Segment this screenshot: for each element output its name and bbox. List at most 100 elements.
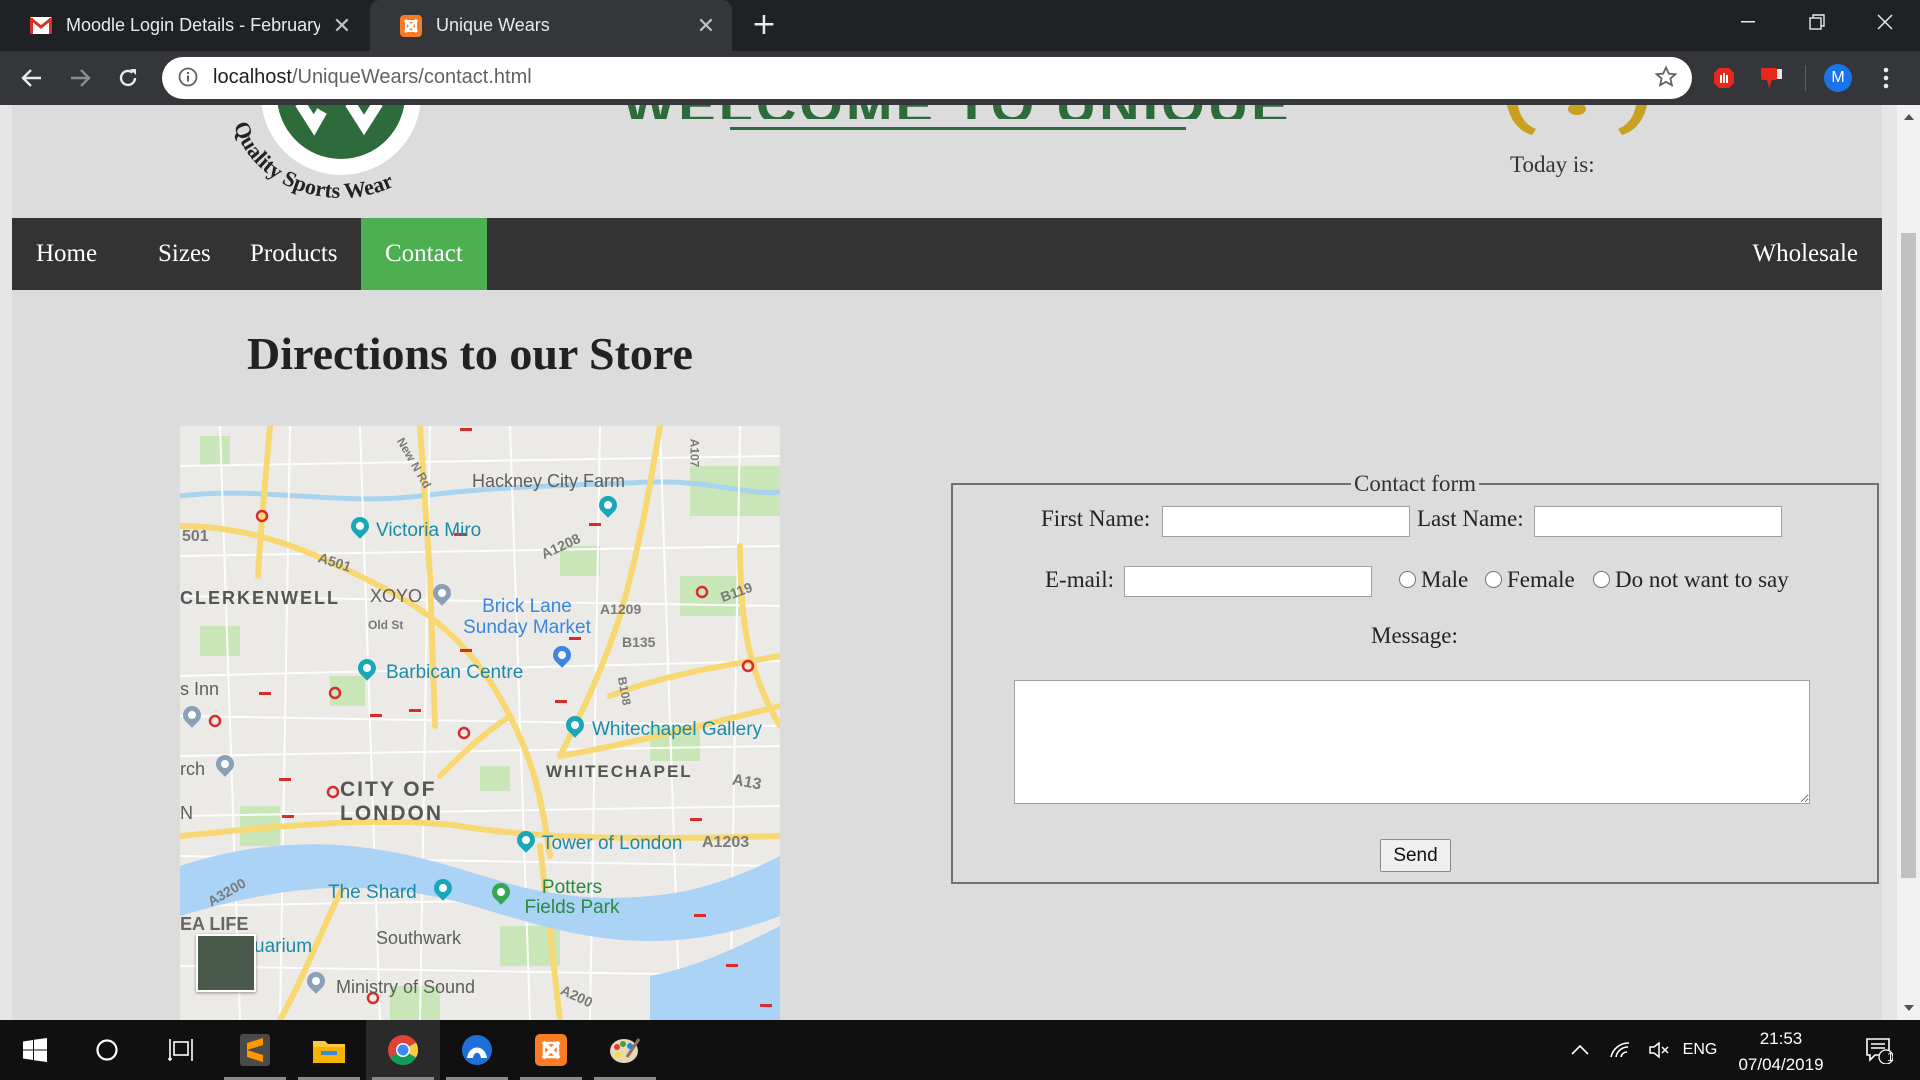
send-button[interactable]: Send [1380,839,1451,872]
map-label: Victoria Miro [376,520,482,541]
address-bar[interactable]: localhost/UniqueWears/contact.html [162,57,1692,99]
map-label: CITY OF LONDON [340,778,443,825]
map-label: Southwark [376,928,462,948]
map-label: uarium [254,936,313,957]
dislike-extension-icon[interactable] [1754,60,1790,96]
file-explorer-icon[interactable] [292,1020,366,1080]
map-label: Ministry of Sound [336,977,476,997]
tab-title: Unique Wears [436,15,550,35]
new-tab-button[interactable]: + [748,9,780,41]
scroll-down-arrow-icon[interactable] [1897,996,1920,1020]
chrome-icon[interactable] [366,1020,440,1080]
map-label: Barbican Centre [386,662,524,683]
contact-form: Contact form First Name: Last Name: E-ma… [951,471,1879,884]
map-label: EA LIFE [180,914,249,934]
nav-home[interactable]: Home [12,218,121,290]
tab-moodle-login-details[interactable]: Moodle Login Details - February ✕ [0,0,368,51]
start-icon[interactable] [0,1020,70,1080]
map-label: Brick Lane Sunday Market [463,596,591,638]
gender-female-radio[interactable] [1485,571,1502,588]
gender-male-radio[interactable] [1399,571,1416,588]
windows-taskbar: ENG 21:53 07/04/2019 1 [0,1020,1920,1080]
restore-button[interactable] [1782,0,1852,44]
tab-unique-wears[interactable]: Unique Wears ✕ [370,0,732,51]
nav-wholesale[interactable]: Wholesale [1728,218,1882,290]
app-icon[interactable] [440,1020,514,1080]
map-label: N [180,803,193,823]
gender-undisclosed-label: Do not want to say [1615,567,1789,592]
close-tab-icon[interactable]: ✕ [330,13,354,38]
taskbar-clock[interactable]: 21:53 07/04/2019 [1720,1026,1842,1078]
gmail-icon [30,15,52,37]
message-label: Message: [1371,623,1458,648]
last-name-label: Last Name: [1417,506,1524,531]
profile-avatar[interactable]: M [1820,60,1856,96]
clock-time: 21:53 [1759,1029,1803,1048]
first-name-label: First Name: [1041,506,1151,531]
page-content: Quality Sports Wear WELCOME TO UNIQUE WE… [12,105,1882,1020]
scroll-up-arrow-icon[interactable] [1897,105,1920,129]
road-label: Old St [368,618,404,632]
email-label: E-mail: [1045,567,1114,592]
road-label: B135 [622,634,656,650]
map-label: Hackney City Farm [472,471,626,491]
message-textarea[interactable] [1014,680,1810,804]
notification-count: 1 [1887,1050,1894,1064]
close-window-button[interactable] [1850,0,1920,44]
browser-toolbar: localhost/UniqueWears/contact.html M [0,51,1920,105]
email-input[interactable] [1124,566,1372,597]
map-label: CLERKENWELL [180,588,340,608]
volume-muted-icon[interactable] [1640,1020,1680,1080]
welcome-heading: WELCOME TO UNIQUE WEARS [532,105,1382,119]
road-label: A1203 [702,834,750,851]
sublime-text-icon[interactable] [218,1020,292,1080]
gender-female-label: Female [1507,567,1575,592]
forward-button[interactable] [62,60,98,96]
map-label: The Shard [328,882,417,903]
paint-icon[interactable] [588,1020,662,1080]
tab-title: Moodle Login Details - February [66,15,320,35]
site-logo: Quality Sports Wear [222,105,452,205]
task-view-icon[interactable] [144,1020,218,1080]
language-indicator[interactable]: ENG [1680,1020,1720,1080]
profile-initial: M [1824,64,1852,92]
welcome-underline [730,127,1186,130]
xampp-icon[interactable] [514,1020,588,1080]
clock-date: 07/04/2019 [1738,1055,1824,1074]
show-hidden-icons-icon[interactable] [1560,1020,1600,1080]
satellite-view-toggle[interactable] [196,934,256,992]
minimize-button[interactable] [1713,0,1783,44]
site-info-icon[interactable] [178,67,198,92]
toolbar-separator [1805,65,1806,91]
directions-heading: Directions to our Store [247,328,693,379]
xampp-icon [400,14,422,37]
map-label: XOYO [370,586,423,606]
bookmark-star-icon[interactable] [1654,65,1678,94]
last-name-input[interactable] [1534,506,1782,537]
chrome-menu-icon[interactable] [1868,60,1904,96]
reload-button[interactable] [110,60,146,96]
url-host: localhost [213,66,292,88]
browser-tab-strip: Moodle Login Details - February ✕ Unique… [0,0,1920,51]
first-name-input[interactable] [1162,506,1410,537]
gender-male-label: Male [1421,567,1469,592]
road-label: A1209 [600,601,642,617]
search-icon[interactable] [70,1020,144,1080]
wifi-icon[interactable] [1600,1020,1640,1080]
url-path: /UniqueWears/contact.html [291,66,532,88]
page-scrollbar[interactable] [1897,105,1920,1020]
map-label: Potters Fields Park [524,877,620,918]
gender-undisclosed-radio[interactable] [1593,571,1610,588]
notification-center-icon[interactable]: 1 [1852,1020,1906,1080]
today-label: Today is: [1510,152,1595,177]
nav-contact[interactable]: Contact [361,218,487,290]
nav-products[interactable]: Products [226,218,362,290]
url-text: localhost/UniqueWears/contact.html [213,66,532,89]
adblock-extension-icon[interactable] [1706,60,1742,96]
store-map[interactable]: Hackney City Farm Victoria Miro XOYO CLE… [180,426,780,1020]
scrollbar-thumb[interactable] [1901,233,1916,878]
trophy-icon [1502,105,1652,141]
close-tab-icon[interactable]: ✕ [694,13,718,38]
nav-sizes[interactable]: Sizes [134,218,235,290]
back-button[interactable] [14,60,50,96]
